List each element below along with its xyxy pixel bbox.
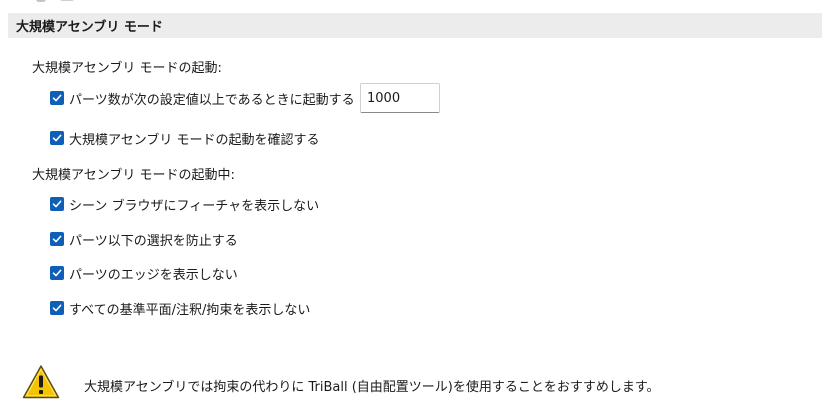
prevent-sub-selection-checkbox-row[interactable]: パーツ以下の選択を防止する	[50, 229, 238, 249]
group-label-on-start: 大規模アセンブリ モードの起動:	[32, 61, 222, 76]
prevent-sub-selection-label: パーツ以下の選択を防止する	[69, 233, 238, 249]
checkbox-checked-icon[interactable]	[50, 91, 64, 105]
hide-edges-checkbox-row[interactable]: パーツのエッジを表示しない	[50, 263, 238, 283]
confirm-checkbox-row[interactable]: 大規模アセンブリ モードの起動を確認する	[50, 128, 319, 148]
threshold-checkbox-row[interactable]: パーツ数が次の設定値以上であるときに起動する	[50, 88, 355, 108]
section-title: 大規模アセンブリ モード	[16, 20, 163, 35]
warning-icon	[22, 365, 60, 399]
checkbox-checked-icon[interactable]	[50, 266, 64, 280]
warning-message	[22, 364, 60, 400]
hide-edges-label: パーツのエッジを表示しない	[69, 267, 238, 283]
previous-section-remnant	[0, 0, 830, 10]
group-label-during: 大規模アセンブリ モードの起動中:	[32, 168, 235, 183]
checkbox-checked-icon[interactable]	[50, 301, 64, 315]
hide-datums-checkbox-row[interactable]: すべての基準平面/注釈/拘束を表示しない	[50, 298, 310, 318]
threshold-checkbox-label: パーツ数が次の設定値以上であるときに起動する	[69, 92, 355, 108]
confirm-checkbox-label: 大規模アセンブリ モードの起動を確認する	[69, 132, 320, 148]
checkbox-checked-icon[interactable]	[50, 232, 64, 246]
hide-features-label: シーン ブラウザにフィーチャを表示しない	[69, 198, 320, 214]
section-header: 大規模アセンブリ モード	[8, 13, 822, 38]
hide-features-checkbox-row[interactable]: シーン ブラウザにフィーチャを表示しない	[50, 194, 319, 214]
warning-text: 大規模アセンブリでは拘束の代わりに TriBall (自由配置ツール)を使用する…	[84, 380, 660, 395]
threshold-input[interactable]	[360, 83, 440, 113]
scroll-remnant-shape	[60, 0, 74, 1]
hide-datums-label: すべての基準平面/注釈/拘束を表示しない	[69, 302, 311, 318]
checkbox-checked-icon[interactable]	[50, 131, 64, 145]
scroll-remnant-shape	[36, 0, 46, 2]
checkbox-checked-icon[interactable]	[50, 197, 64, 211]
